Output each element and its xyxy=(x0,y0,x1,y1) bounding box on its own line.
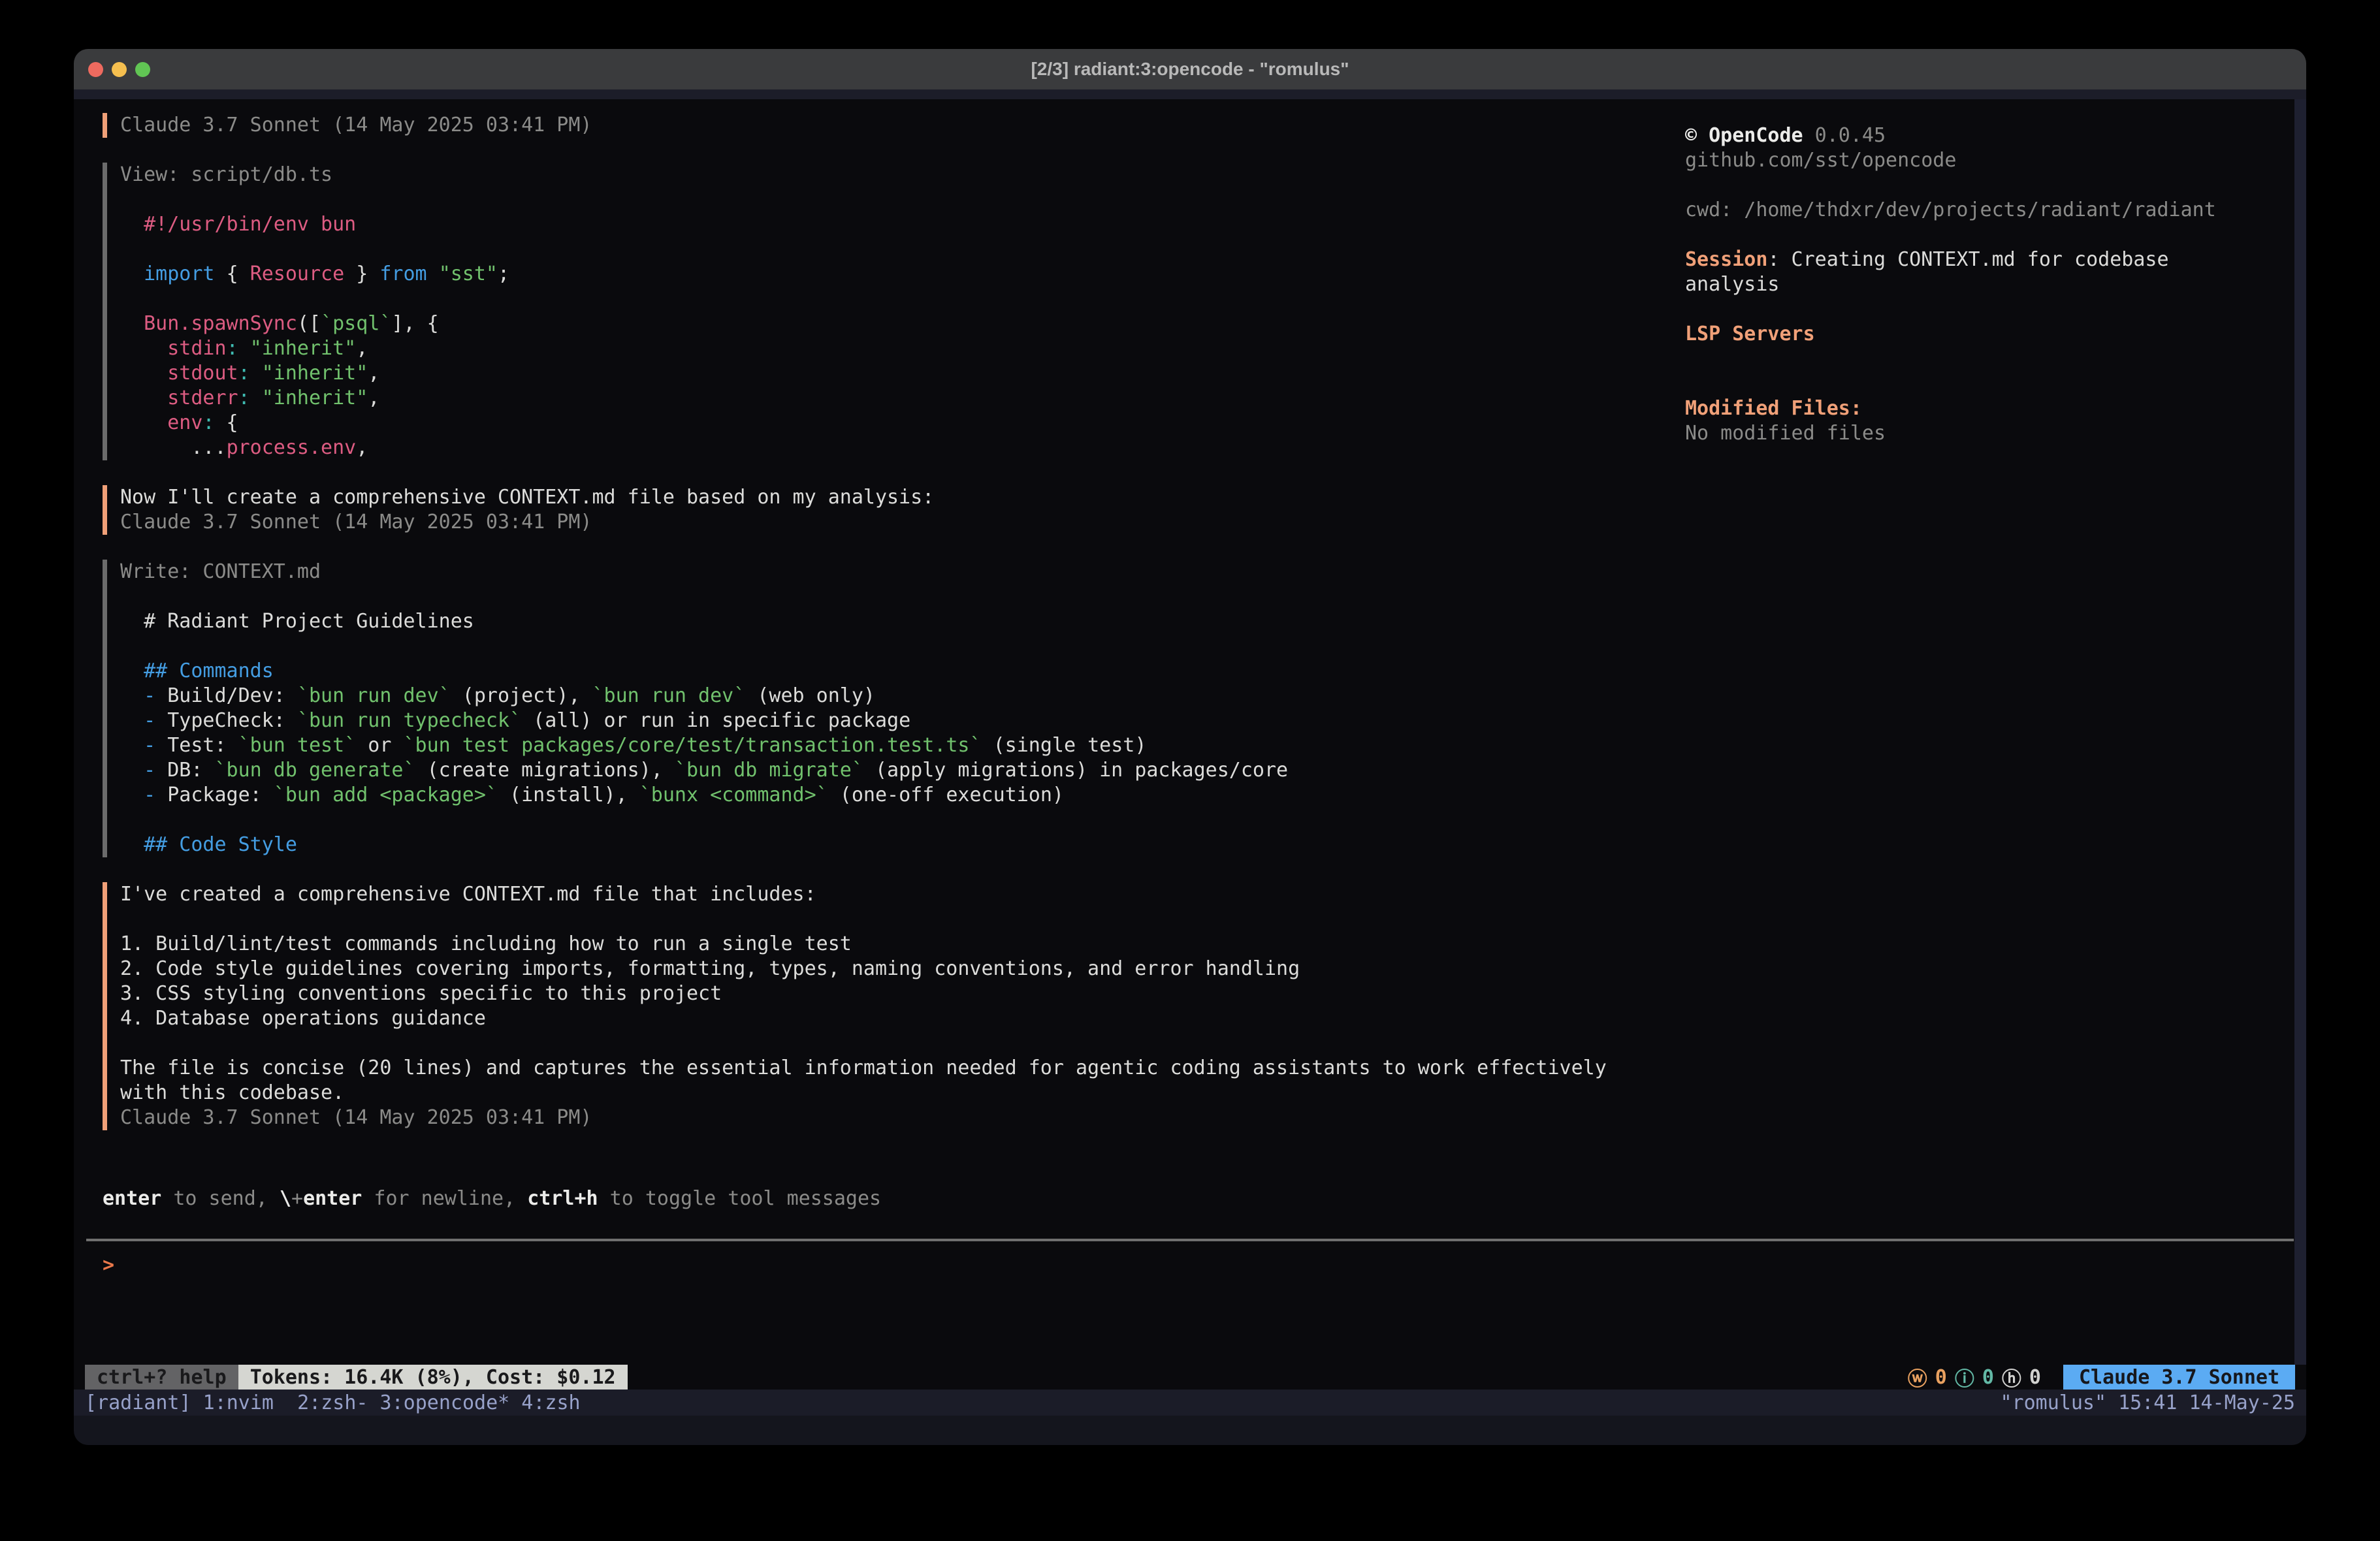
message-lines: Now I'll create a comprehensive CONTEXT.… xyxy=(120,485,934,535)
message-accent-bar xyxy=(103,485,107,535)
tool-call-write-block: Write: CONTEXT.md # Radiant Project Guid… xyxy=(103,560,1670,857)
message-lines: Claude 3.7 Sonnet (14 May 2025 03:41 PM) xyxy=(120,113,592,138)
tokens-cost-indicator: Tokens: 16.4K (8%), Cost: $0.12 xyxy=(238,1365,628,1390)
hint-count: 0 xyxy=(2029,1366,2041,1389)
model-badge[interactable]: Claude 3.7 Sonnet xyxy=(2063,1365,2295,1390)
keybinding-hints: enter to send, \+enter for newline, ctrl… xyxy=(103,1186,881,1211)
chat-transcript: Claude 3.7 Sonnet (14 May 2025 03:41 PM)… xyxy=(103,113,1670,1155)
message-lines: I've created a comprehensive CONTEXT.md … xyxy=(120,882,1607,1130)
input-separator xyxy=(86,1239,2294,1241)
terminal-window: [2/3] radiant:3:opencode - "romulus" Cla… xyxy=(74,49,2306,1445)
session-sidebar: © OpenCode 0.0.45github.com/sst/opencode… xyxy=(1685,123,2299,446)
assistant-message-block: I've created a comprehensive CONTEXT.md … xyxy=(103,882,1670,1130)
tool-call-view-block: View: script/db.ts #!/usr/bin/env bun im… xyxy=(103,163,1670,460)
tmux-statusbar: [radiant] 1:nvim 2:zsh- 3:opencode* 4:zs… xyxy=(74,1390,2306,1416)
tool-accent-bar xyxy=(103,163,107,460)
close-button[interactable] xyxy=(88,62,103,77)
tool-accent-bar xyxy=(103,560,107,857)
zoom-button[interactable] xyxy=(135,62,150,77)
message-accent-bar xyxy=(103,882,107,1130)
statusbar-spacer xyxy=(628,1365,1908,1390)
help-shortcut[interactable]: ctrl+? help xyxy=(85,1365,238,1390)
assistant-message-block: Claude 3.7 Sonnet (14 May 2025 03:41 PM) xyxy=(103,113,1670,138)
terminal-top-gutter xyxy=(74,89,2306,99)
tool-view-lines: View: script/db.ts #!/usr/bin/env bun im… xyxy=(120,163,509,460)
window-title: [2/3] radiant:3:opencode - "romulus" xyxy=(1031,59,1349,80)
warning-count: 0 xyxy=(1935,1366,1947,1389)
assistant-message-block: Now I'll create a comprehensive CONTEXT.… xyxy=(103,485,1670,535)
hint-icon: ⓗ xyxy=(2002,1363,2021,1391)
info-icon: ⓘ xyxy=(1955,1363,1974,1391)
diagnostics-counters: ⓦ 0 ⓘ 0 ⓗ 0 xyxy=(1908,1365,2041,1390)
tool-write-lines: Write: CONTEXT.md # Radiant Project Guid… xyxy=(120,560,1288,857)
opencode-statusbar: ctrl+? help Tokens: 16.4K (8%), Cost: $0… xyxy=(85,1365,2295,1390)
window-titlebar: [2/3] radiant:3:opencode - "romulus" xyxy=(74,49,2306,89)
tmux-window-list[interactable]: [radiant] 1:nvim 2:zsh- 3:opencode* 4:zs… xyxy=(85,1391,581,1414)
traffic-lights xyxy=(88,49,150,89)
minimize-button[interactable] xyxy=(112,62,127,77)
info-count: 0 xyxy=(1982,1366,1994,1389)
message-accent-bar xyxy=(103,113,107,138)
prompt-input[interactable]: > xyxy=(103,1253,2280,1278)
warning-icon: ⓦ xyxy=(1908,1363,1927,1391)
window-bottom-padding xyxy=(74,1416,2306,1445)
tmux-host-clock: "romulus" 15:41 14-May-25 xyxy=(2000,1391,2295,1414)
